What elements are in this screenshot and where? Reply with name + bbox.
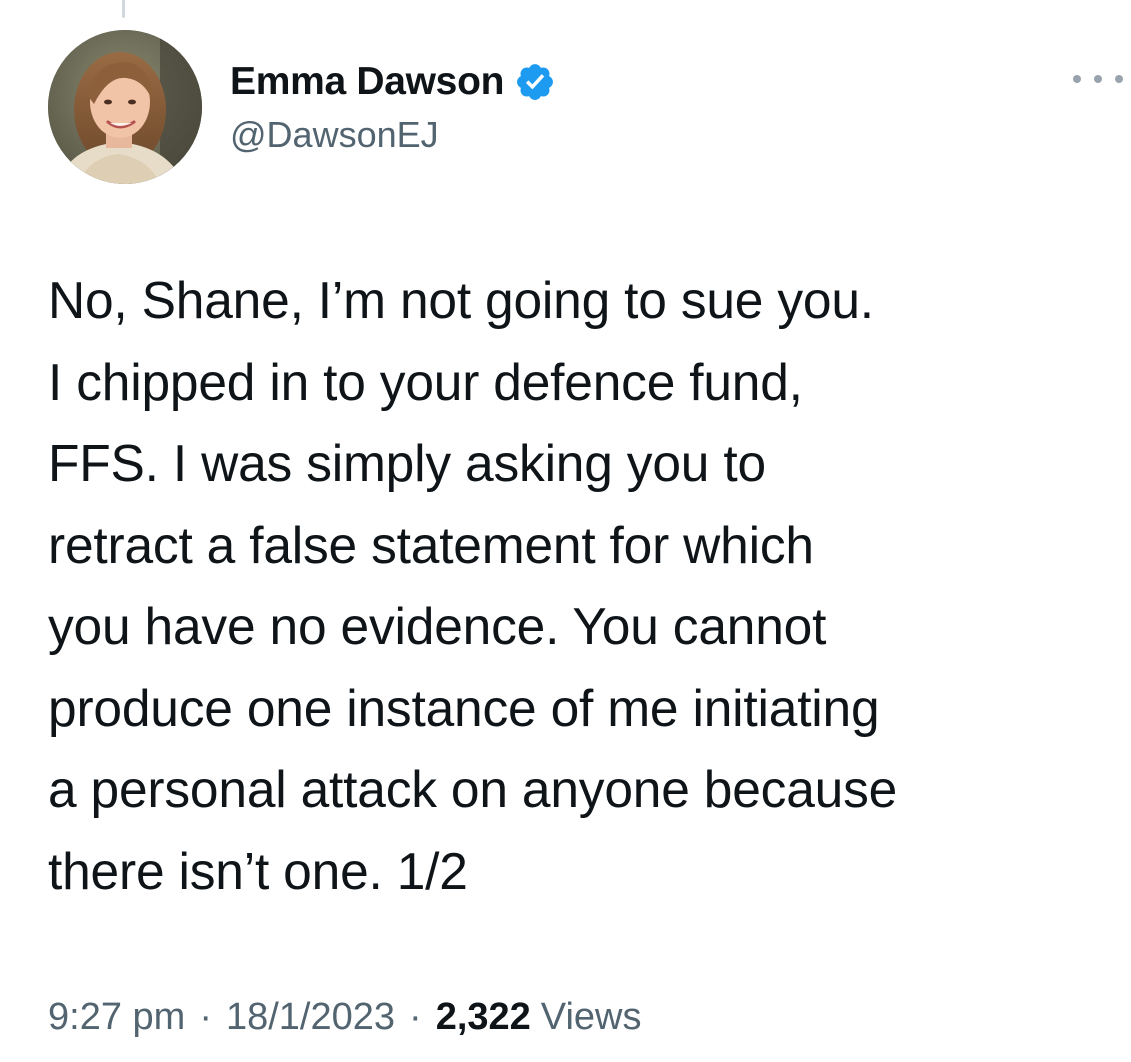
tweet-text-line: produce one instance of me initiating [48, 678, 880, 737]
author-header: Emma Dawson @DawsonEJ [230, 56, 556, 156]
ellipsis-dot [1094, 75, 1102, 83]
tweet-time[interactable]: 9:27 pm [48, 996, 185, 1039]
meta-separator: · [199, 996, 212, 1038]
ellipsis-icon[interactable] [1073, 64, 1123, 94]
profile-photo [48, 30, 202, 184]
thread-connector-line [122, 0, 125, 18]
views-count: 2,322 [435, 996, 531, 1038]
tweet-text-line: FFS. I was simply asking you to [48, 434, 766, 492]
tweet-text-line: No, Shane, I’m not going to sue you. [48, 271, 874, 329]
ellipsis-dot [1115, 75, 1123, 83]
tweet-text-line: I chipped in to your defence fund, [48, 352, 803, 411]
tweet-text-line: retract a false statement for which [48, 515, 814, 574]
author-handle[interactable]: @DawsonEJ [230, 114, 556, 156]
avatar[interactable] [48, 30, 202, 184]
tweet-text: No, Shane, I’m not going to sue you. I c… [48, 260, 1118, 912]
tweet-text-line: you have no evidence. You cannot [48, 597, 827, 655]
tweet-card: Emma Dawson @DawsonEJ No, Shane, I’m not… [0, 0, 1131, 1062]
tweet-text-line: a personal attack on anyone because [48, 760, 898, 818]
tweet-meta: 9:27 pm · 18/1/2023 · 2,322 Views [48, 996, 641, 1039]
author-name-row: Emma Dawson [230, 56, 556, 108]
verified-badge-icon[interactable] [514, 61, 556, 103]
author-display-name[interactable]: Emma Dawson [230, 60, 504, 104]
tweet-date[interactable]: 18/1/2023 [226, 996, 395, 1039]
tweet-text-line: there isn’t one. 1/2 [48, 841, 468, 900]
meta-separator: · [409, 996, 422, 1038]
views-label: Views [540, 996, 642, 1038]
ellipsis-dot [1073, 75, 1081, 83]
